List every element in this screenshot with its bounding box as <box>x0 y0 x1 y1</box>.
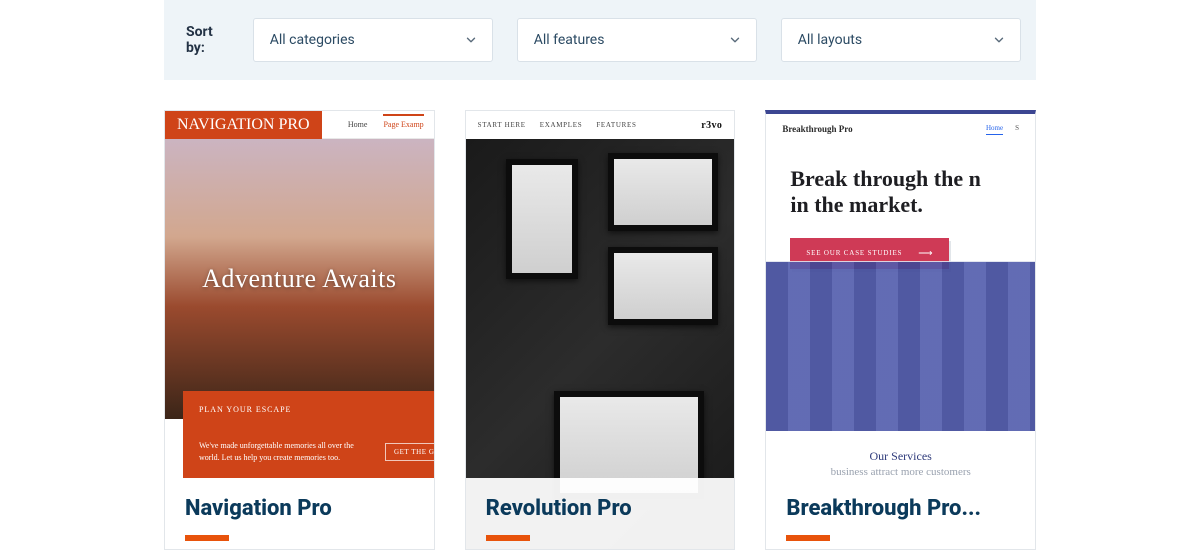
preview-menu-item: Home <box>986 124 1003 135</box>
preview-hero: Adventure Awaits <box>165 139 434 419</box>
theme-card-breakthrough-pro[interactable]: Breakthrough Pro Home S Break through th… <box>765 110 1036 550</box>
accent-bar <box>786 535 830 541</box>
chevron-down-icon <box>728 33 742 47</box>
preview-menu-item: START HERE <box>478 121 526 129</box>
theme-grid: NAVIGATION PRO Home Page Examp Adventure… <box>0 110 1200 550</box>
preview-illustration <box>766 261 1035 431</box>
preview-panel-button: GET THE GUID <box>385 443 435 461</box>
theme-card-title: Navigation Pro <box>185 496 414 521</box>
accent-bar <box>486 535 530 541</box>
filter-bar: Sort by: All categories All features All… <box>164 0 1036 80</box>
preview-menu: Home Page Examp <box>322 111 434 139</box>
preview-menu-item: Home <box>348 120 368 129</box>
arrow-right-icon: ⟶ <box>918 248 933 259</box>
layouts-select-value: All layouts <box>798 32 862 48</box>
theme-card-navigation-pro[interactable]: NAVIGATION PRO Home Page Examp Adventure… <box>164 110 435 550</box>
preview-menu-item: S <box>1015 124 1019 135</box>
window-icon <box>608 247 718 325</box>
preview-logo: r3vo <box>701 120 722 131</box>
preview-headline: Break through the n in the market. <box>766 144 1035 234</box>
window-icon <box>608 153 718 231</box>
preview-footer-copy: business attract more customers <box>766 464 1035 478</box>
theme-card-footer: Revolution Pro <box>466 478 735 549</box>
accent-bar <box>185 535 229 541</box>
theme-card-revolution-pro[interactable]: START HERE EXAMPLES FEATURES r3vo Revolu… <box>465 110 736 550</box>
preview-panel: PLAN YOUR ESCAPE We've made unforgettabl… <box>183 391 435 478</box>
categories-select[interactable]: All categories <box>253 18 493 62</box>
preview-footer-heading: Our Services <box>766 431 1035 464</box>
theme-card-footer: Navigation Pro <box>165 478 434 549</box>
sort-by-label: Sort by: <box>186 24 213 56</box>
preview-brand: NAVIGATION PRO <box>165 111 322 139</box>
preview-menu-item: Page Examp <box>383 114 423 129</box>
preview-menu-item: FEATURES <box>596 121 636 129</box>
categories-select-value: All categories <box>270 32 355 48</box>
theme-card-footer: Breakthrough Pro... <box>766 478 1035 549</box>
chevron-down-icon <box>464 33 478 47</box>
preview-menu-item: EXAMPLES <box>540 121 583 129</box>
preview-panel-copy: We've made unforgettable memories all ov… <box>199 440 359 464</box>
preview-brand: Breakthrough Pro <box>782 124 852 134</box>
layouts-select[interactable]: All layouts <box>781 18 1021 62</box>
theme-card-title: Breakthrough Pro... <box>786 496 1015 521</box>
preview-menu: Home S <box>986 124 1019 135</box>
features-select-value: All features <box>534 32 605 48</box>
preview-header: Breakthrough Pro Home S <box>766 114 1035 144</box>
features-select[interactable]: All features <box>517 18 757 62</box>
preview-menu: START HERE EXAMPLES FEATURES r3vo <box>466 111 735 139</box>
preview-cta-label: SEE OUR CASE STUDIES <box>806 249 902 257</box>
preview-panel-heading: PLAN YOUR ESCAPE <box>199 405 435 414</box>
preview-hero-text: Adventure Awaits <box>202 264 396 294</box>
chevron-down-icon <box>992 33 1006 47</box>
theme-card-title: Revolution Pro <box>486 496 715 521</box>
window-icon <box>506 159 578 279</box>
